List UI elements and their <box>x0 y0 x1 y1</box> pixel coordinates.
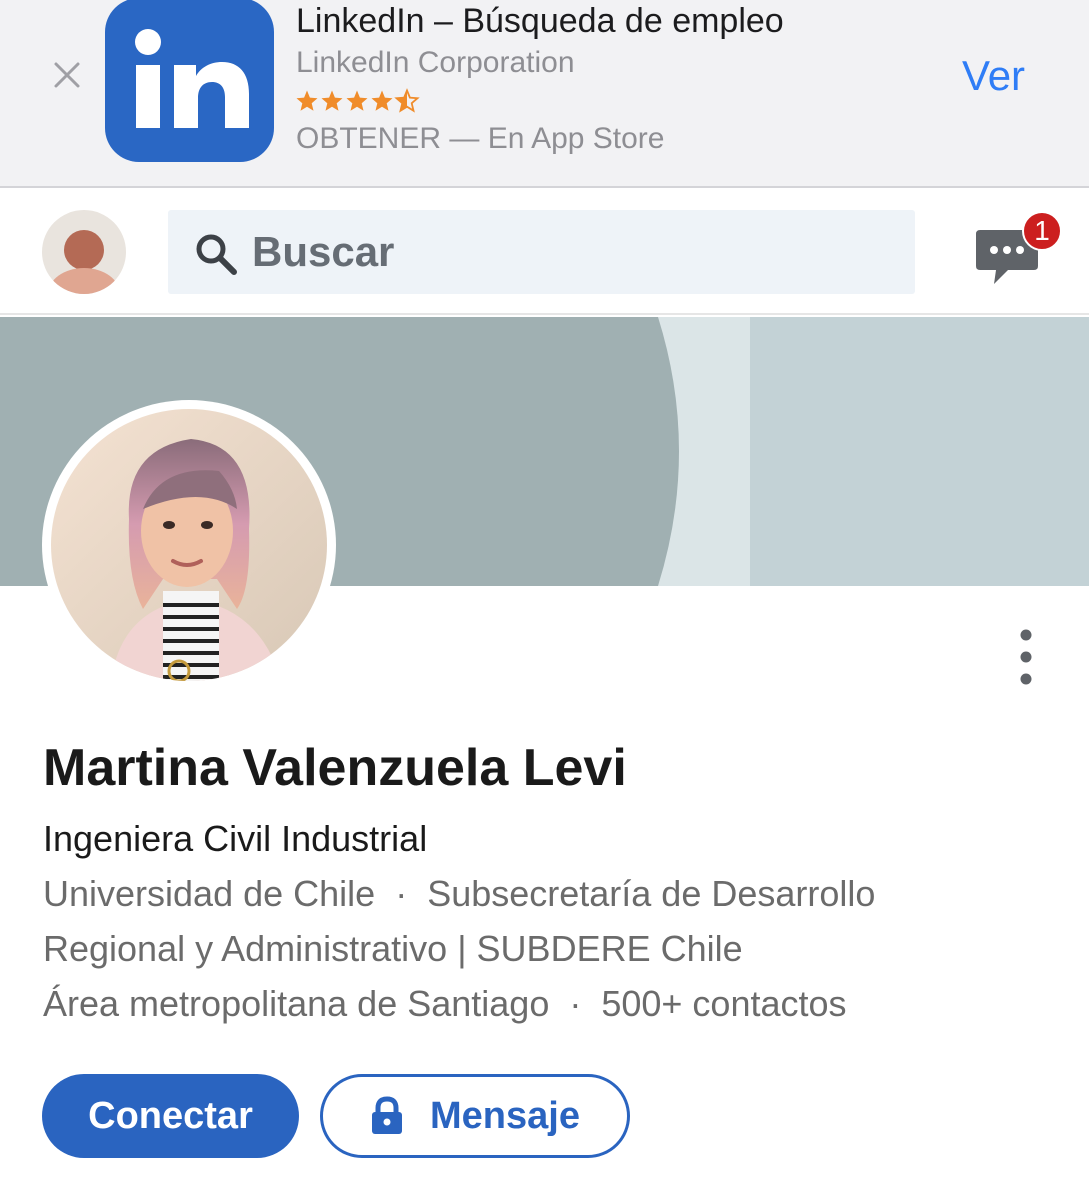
separator: · <box>569 983 582 1024</box>
app-developer: LinkedIn Corporation <box>296 46 575 79</box>
employer: Subsecretaría de Desarrollo <box>427 873 876 914</box>
location-line: Área metropolitana de Santiago · 500+ cont… <box>43 983 847 1025</box>
employer-line-2: Regional y Administrativo | SUBDERE Chil… <box>43 928 743 969</box>
location: Área metropolitana de Santiago <box>43 983 550 1024</box>
connect-label: Conectar <box>88 1094 253 1137</box>
more-options-button[interactable] <box>1004 625 1048 689</box>
profile-name: Martina Valenzuela Levi <box>43 739 627 797</box>
message-button[interactable]: Mensaje <box>320 1074 630 1158</box>
app-name: LinkedIn – Búsqueda de empleo <box>296 2 784 40</box>
app-store-banner: LinkedIn – Búsqueda de empleo LinkedIn C… <box>0 0 1089 188</box>
search-input[interactable] <box>252 210 892 294</box>
close-icon[interactable] <box>48 56 88 96</box>
education-employer-line: Universidad de Chile · Subsecretaría de De… <box>43 873 875 915</box>
user-avatar[interactable] <box>42 210 126 294</box>
view-app-button[interactable]: Ver <box>962 52 1025 100</box>
message-label: Mensaje <box>430 1094 580 1137</box>
more-vertical-icon <box>1020 629 1032 685</box>
profile-photo[interactable] <box>42 400 336 690</box>
separator: · <box>395 873 408 914</box>
connections-count: 500+ contactos <box>601 983 847 1024</box>
lock-icon <box>372 1096 403 1134</box>
profile-headline: Ingeniera Civil Industrial <box>43 818 428 859</box>
search-icon <box>196 234 237 275</box>
connect-button[interactable]: Conectar <box>42 1074 299 1158</box>
top-nav <box>0 190 1089 315</box>
app-store-subtitle: OBTENER — En App Store <box>296 122 665 155</box>
notification-badge: 1 <box>1022 211 1062 251</box>
education: Universidad de Chile <box>43 873 376 914</box>
linkedin-app-icon <box>105 0 274 162</box>
rating-stars <box>295 86 421 116</box>
search-bar[interactable] <box>168 210 915 294</box>
